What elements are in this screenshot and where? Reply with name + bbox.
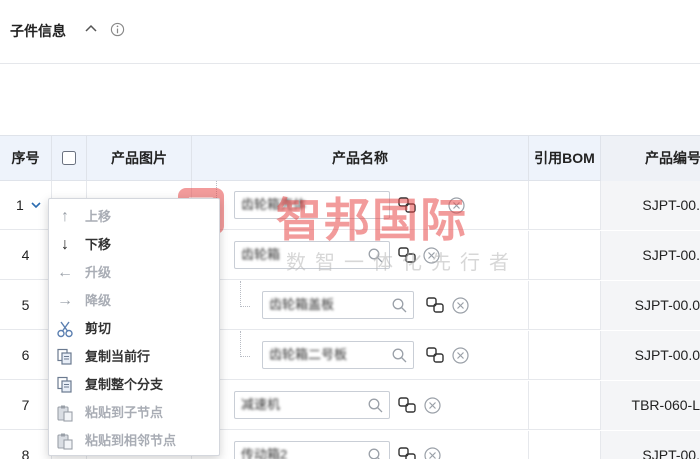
- product-name-value: 减速机: [241, 397, 281, 412]
- product-name-input[interactable]: 齿轮箱盖板: [262, 291, 414, 319]
- product-name-input[interactable]: 齿轮箱壳体: [234, 191, 390, 219]
- row-bom-cell: [529, 431, 601, 459]
- row-name-cell: 齿轮箱盖板: [192, 281, 529, 330]
- search-icon[interactable]: [392, 298, 407, 313]
- column-header-seq: 序号: [0, 136, 52, 181]
- menu-item-label: 升级: [85, 265, 112, 280]
- chevron-up-icon[interactable]: [84, 22, 98, 36]
- row-seq: 7: [0, 381, 52, 430]
- link-icon[interactable]: [426, 297, 444, 314]
- menu-item-label: 复制当前行: [85, 349, 151, 364]
- row-code: SJPT-00.: [601, 181, 700, 230]
- select-all-checkbox[interactable]: [62, 151, 76, 165]
- menu-item-paste-child[interactable]: 粘贴到子节点: [49, 399, 219, 427]
- menu-item-paste-sibling[interactable]: 粘贴到相邻节点: [49, 427, 219, 455]
- row-seq: 1: [0, 181, 52, 230]
- product-name-value: 齿轮箱壳体: [241, 197, 307, 212]
- row-name-cell: 齿轮箱: [192, 231, 529, 280]
- row-bom-cell: [529, 381, 601, 430]
- search-icon[interactable]: [368, 448, 383, 459]
- row-code: SJPT-00.0: [601, 281, 700, 330]
- search-icon[interactable]: [368, 248, 383, 263]
- search-icon[interactable]: [368, 398, 383, 413]
- chevron-down-icon[interactable]: [30, 199, 42, 211]
- product-name-value: 齿轮箱盖板: [269, 297, 335, 312]
- row-seq: 4: [0, 231, 52, 280]
- row-context-menu: ↑ 上移 ↓ 下移 ← 升级 → 降级 剪切 复制当前行 复制整个分支 粘贴到子…: [48, 198, 220, 456]
- copy-icon: [57, 348, 72, 365]
- menu-item-label: 粘贴到相邻节点: [85, 433, 177, 448]
- product-name-value: 齿轮箱: [241, 247, 281, 262]
- row-name-cell: 减速机: [192, 381, 529, 430]
- menu-item-label: 剪切: [85, 321, 112, 336]
- clear-icon[interactable]: [423, 247, 440, 264]
- menu-item-label: 复制整个分支: [85, 377, 164, 392]
- clear-icon[interactable]: [448, 197, 465, 214]
- row-code: TBR-060-L: [601, 381, 700, 430]
- clear-icon[interactable]: [452, 347, 469, 364]
- column-header-image: 产品图片: [87, 136, 192, 181]
- menu-item-demote[interactable]: → 降级: [49, 287, 219, 315]
- product-name-input[interactable]: 齿轮箱二号板: [262, 341, 414, 369]
- menu-item-cut[interactable]: 剪切: [49, 315, 219, 343]
- column-header-select: [52, 136, 87, 181]
- menu-item-label: 上移: [85, 209, 112, 224]
- clear-icon[interactable]: [452, 297, 469, 314]
- menu-item-move-down[interactable]: ↓ 下移: [49, 231, 219, 259]
- arrow-down-icon: ↓: [61, 236, 69, 253]
- paste-icon: [57, 405, 73, 422]
- arrow-up-icon: ↑: [61, 208, 69, 225]
- table-header: 序号 产品图片 产品名称 引用BOM 产品编号: [0, 135, 700, 181]
- row-code: SJPT-00.: [601, 431, 700, 459]
- link-icon[interactable]: [398, 447, 416, 459]
- row-bom-cell: [529, 331, 601, 380]
- row-bom-cell: [529, 281, 601, 330]
- row-seq: 5: [0, 281, 52, 330]
- arrow-left-icon: ←: [57, 264, 73, 281]
- menu-item-label: 下移: [85, 237, 112, 252]
- row-seq-value: 1: [16, 197, 24, 213]
- paste-icon: [57, 433, 73, 450]
- clear-icon[interactable]: [424, 447, 441, 459]
- arrow-right-icon: →: [57, 292, 73, 309]
- row-seq: 8: [0, 431, 52, 459]
- product-name-value: 齿轮箱二号板: [269, 347, 348, 362]
- menu-item-copy-row[interactable]: 复制当前行: [49, 343, 219, 371]
- product-name-input[interactable]: 减速机: [234, 391, 390, 419]
- row-bom-cell: [529, 231, 601, 280]
- column-header-bom: 引用BOM: [529, 136, 601, 181]
- link-icon[interactable]: [398, 197, 416, 214]
- menu-item-label: 粘贴到子节点: [85, 405, 164, 420]
- menu-item-move-up[interactable]: ↑ 上移: [49, 203, 219, 231]
- scissors-icon: [57, 321, 73, 338]
- menu-item-promote[interactable]: ← 升级: [49, 259, 219, 287]
- link-icon[interactable]: [426, 347, 444, 364]
- section-title: 子件信息: [10, 23, 66, 39]
- tree-elbow: [240, 281, 250, 307]
- menu-item-copy-branch[interactable]: 复制整个分支: [49, 371, 219, 399]
- row-name-cell: 齿轮箱二号板: [192, 331, 529, 380]
- section-header: 子件信息: [0, 0, 700, 64]
- row-code: SJPT-00.: [601, 231, 700, 280]
- search-icon[interactable]: [392, 348, 407, 363]
- copy-icon: [57, 376, 72, 393]
- clear-icon[interactable]: [424, 397, 441, 414]
- link-icon[interactable]: [398, 247, 416, 264]
- info-circle-icon[interactable]: [110, 22, 125, 37]
- tree-elbow: [240, 331, 250, 357]
- link-icon[interactable]: [398, 397, 416, 414]
- product-name-input[interactable]: 传动箱2: [234, 441, 390, 459]
- product-name-value: 传动箱2: [241, 447, 288, 459]
- row-name-cell: 传动箱2: [192, 431, 529, 459]
- row-seq: 6: [0, 331, 52, 380]
- product-name-input[interactable]: 齿轮箱: [234, 241, 390, 269]
- row-name-cell: 齿轮箱壳体: [192, 181, 529, 230]
- column-header-name: 产品名称: [192, 136, 529, 181]
- row-code: SJPT-00.0: [601, 331, 700, 380]
- menu-item-label: 降级: [85, 293, 112, 308]
- row-bom-cell: [529, 181, 601, 230]
- column-header-code: 产品编号: [601, 136, 700, 181]
